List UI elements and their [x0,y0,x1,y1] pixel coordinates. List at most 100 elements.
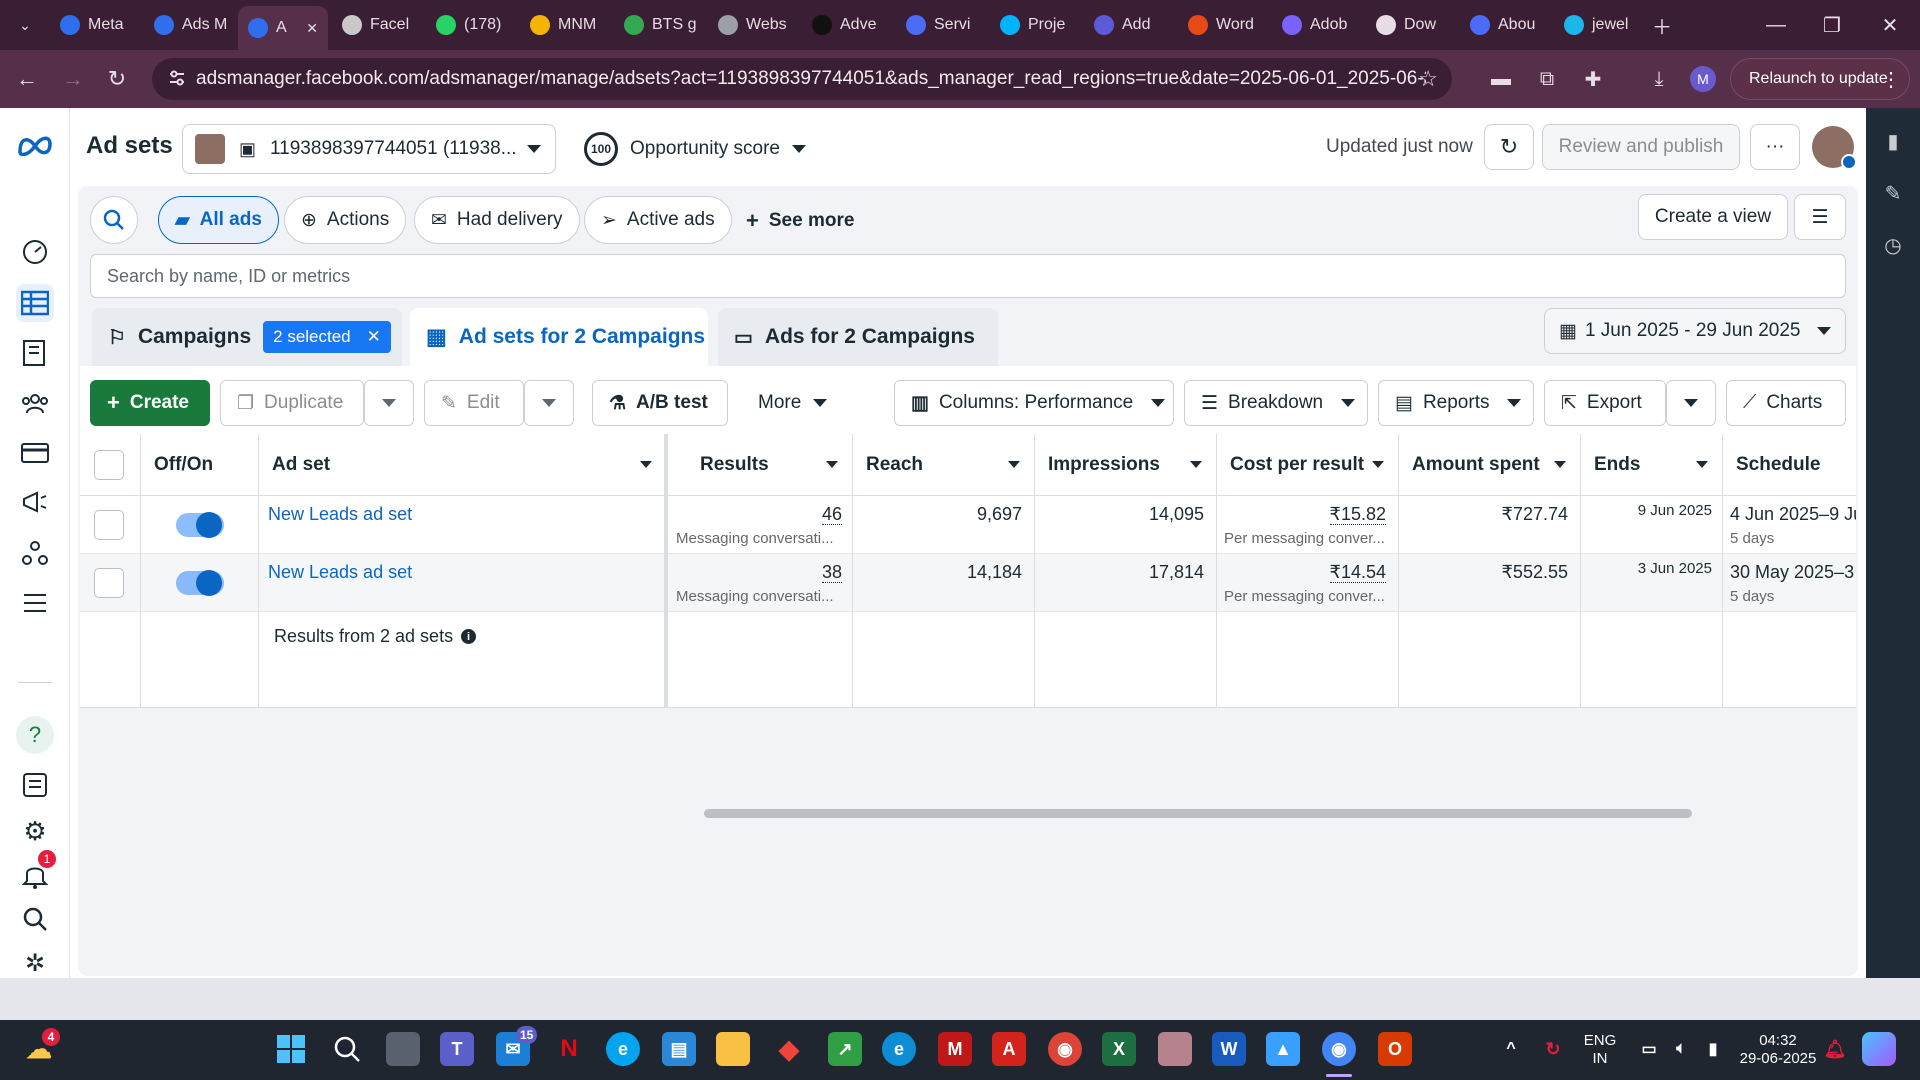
url-field[interactable]: adsmanager.facebook.com/adsmanager/manag… [152,58,1452,100]
relaunch-button[interactable]: Relaunch to update ⋮ [1730,58,1910,100]
battery-icon[interactable]: ▮ [1696,1032,1730,1066]
forward-button[interactable]: → [54,60,92,98]
table-row[interactable]: New Leads ad set 46 Messaging conversati… [80,496,1856,554]
browser-tab[interactable]: jewel [1554,6,1644,44]
tab-search-button[interactable]: ⌄ [6,6,44,44]
help-icon[interactable]: ? [16,716,54,754]
all-tools-menu-icon[interactable] [16,584,54,622]
filter-actions[interactable]: ⊕ Actions [284,196,407,244]
teams-icon[interactable]: T [440,1032,474,1066]
horizontal-scrollbar[interactable] [704,809,1692,818]
mcafee-icon[interactable]: M [938,1032,972,1066]
volume-icon[interactable]: 🔈︎ [1664,1032,1698,1066]
netflix-icon[interactable]: N [552,1032,586,1066]
megaphone-icon[interactable] [16,484,54,522]
task-view-icon[interactable] [386,1032,420,1066]
news-feed-icon[interactable] [16,766,54,804]
browser-tab[interactable]: BTS g [614,6,704,44]
browser-tab[interactable]: Adve [802,6,892,44]
col-amount-spent[interactable]: Amount spent [1398,434,1580,496]
filter-all-ads[interactable]: ▰ All ads [158,196,279,244]
tab-ad-sets[interactable]: ▦ Ad sets for 2 Campaigns [410,308,708,366]
col-offon[interactable]: Off/On [140,434,258,496]
browser-tab[interactable]: Adob [1272,6,1362,44]
bookmark-star-icon[interactable]: ☆ [1418,66,1438,92]
create-view-button[interactable]: Create a view [1638,194,1788,240]
col-divider[interactable] [664,434,668,708]
browser-tab[interactable]: Dow [1366,6,1456,44]
notification-bell-icon[interactable]: 🔔︎ [1818,1032,1852,1066]
history-clock-icon[interactable]: ◷ [1880,232,1906,258]
breakdown-button[interactable]: ☰ Breakdown [1184,380,1368,426]
photo-app-icon[interactable] [1158,1032,1192,1066]
col-ends[interactable]: Ends [1580,434,1722,496]
acrobat-icon[interactable]: A [992,1032,1026,1066]
office-icon[interactable]: O [1378,1032,1412,1066]
browser-tab[interactable]: Webs [708,6,798,44]
sync-icon[interactable]: ↻ [1536,1032,1570,1066]
browser-tab[interactable]: Meta [50,6,140,44]
review-publish-button[interactable]: Review and publish [1542,124,1740,170]
bug-report-icon[interactable]: ✲ [16,944,54,982]
account-selector[interactable]: ▣ 1193898397744051 (11938... [182,124,556,174]
pencil-icon[interactable]: ✎ [1880,180,1906,206]
excel-icon[interactable]: X [1102,1032,1136,1066]
edge-icon[interactable]: e [882,1032,916,1066]
see-more-button[interactable]: + See more [746,208,854,234]
tab-ads[interactable]: ▭ Ads for 2 Campaigns [718,308,998,366]
adset-name-link[interactable]: New Leads ad set [268,562,412,583]
filter-settings-button[interactable]: ☰ [1794,194,1846,240]
word-icon[interactable]: W [1212,1032,1246,1066]
reports-button[interactable]: ▤ Reports [1378,380,1534,426]
browser-tab[interactable]: Word [1178,6,1268,44]
business-tools-icon[interactable] [16,534,54,572]
table-row[interactable]: New Leads ad set 38 Messaging conversati… [80,554,1856,612]
windows-start-icon[interactable] [274,1032,308,1066]
user-avatar[interactable] [1812,126,1857,170]
adset-name-link[interactable]: New Leads ad set [268,504,412,525]
export-dropdown[interactable] [1666,380,1716,426]
screen-share-icon[interactable]: ▬ [1488,66,1514,92]
anydesk-icon[interactable]: ◆ [772,1032,806,1066]
browser-tab[interactable]: Servi [896,6,986,44]
reload-button[interactable]: ↻ [98,60,136,98]
minimize-button[interactable]: — [1756,8,1796,42]
more-button[interactable]: More [758,392,828,414]
weather-icon[interactable]: ☁ 4 [22,1028,60,1066]
downloads-icon[interactable]: ⤓ [1646,66,1672,92]
close-window-button[interactable]: ✕ [1870,8,1910,42]
dashboard-icon[interactable] [16,232,54,270]
language-indicator[interactable]: ENG IN [1580,1032,1620,1068]
duplicate-button[interactable]: ❐ Duplicate [220,380,364,426]
network-icon[interactable]: ▭ [1632,1032,1666,1066]
edit-dropdown[interactable] [524,380,574,426]
back-button[interactable]: ← [8,60,46,98]
col-impressions[interactable]: Impressions [1034,434,1216,496]
browser-tab[interactable]: Facel [332,6,422,44]
ab-test-button[interactable]: ⚗ A/B test [592,380,728,426]
info-icon[interactable]: i [461,629,477,644]
filter-had-delivery[interactable]: ✉ Had delivery [414,196,580,244]
chrome-icon[interactable]: ◉ [1048,1032,1082,1066]
clock[interactable]: 04:32 29-06-2025 [1730,1032,1826,1068]
site-info-icon[interactable] [168,69,186,87]
tab-campaigns[interactable]: ⚐ Campaigns 2 selected ✕ [92,308,402,366]
audiences-icon[interactable] [16,384,54,422]
browser-tab[interactable]: Abou [1460,6,1550,44]
export-button[interactable]: ⇱ Export [1544,380,1666,426]
col-cost-per-result[interactable]: Cost per result [1216,434,1398,496]
bar-chart-icon[interactable]: ▮ [1880,128,1906,154]
col-adset[interactable]: Ad set [258,434,666,496]
duplicate-dropdown[interactable] [364,380,414,426]
maximize-button[interactable]: ❐ [1812,8,1852,42]
search-toggle-button[interactable] [90,196,138,244]
col-reach[interactable]: Reach [852,434,1034,496]
search-input[interactable]: Search by name, ID or metrics [90,254,1846,298]
taskbar-search-icon[interactable] [330,1032,364,1066]
browser-tab[interactable]: A ✕ [238,6,328,50]
settings-gear-icon[interactable]: ⚙ [16,812,54,850]
billing-card-icon[interactable] [16,434,54,472]
clear-selection-icon[interactable]: ✕ [367,327,381,347]
browser-tab[interactable]: MNM [520,6,610,44]
filter-active-ads[interactable]: ➢ Active ads [584,196,732,244]
